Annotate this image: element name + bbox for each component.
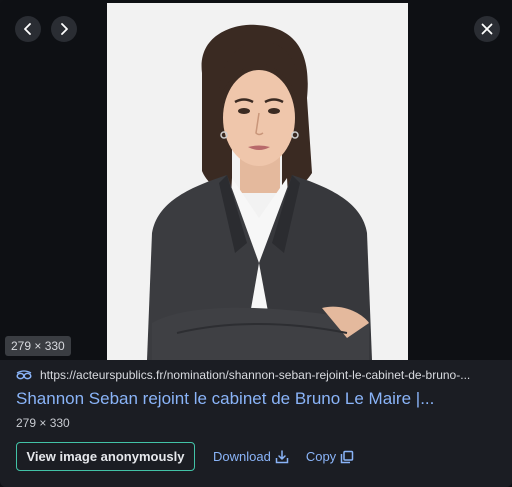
- copy-icon: [340, 450, 354, 463]
- download-button[interactable]: Download: [213, 449, 289, 464]
- next-image-button[interactable]: [51, 16, 77, 42]
- copy-button[interactable]: Copy: [306, 449, 354, 464]
- image-preview-modal: 279 × 330 https://acteurspublics.fr/nomi…: [0, 0, 512, 487]
- close-icon: [481, 23, 493, 35]
- image-viewer: 279 × 330: [0, 0, 512, 360]
- close-preview-button[interactable]: [474, 16, 500, 42]
- image-dimensions: 279 × 330: [16, 416, 70, 430]
- download-icon: [275, 449, 289, 463]
- chevron-right-icon: [61, 23, 68, 35]
- view-image-anonymously-button[interactable]: View image anonymously: [16, 442, 195, 471]
- incognito-glasses-icon: [16, 370, 32, 380]
- source-row[interactable]: https://acteurspublics.fr/nomination/sha…: [16, 368, 500, 382]
- result-title-link[interactable]: Shannon Seban rejoint le cabinet de Brun…: [16, 388, 502, 410]
- download-label: Download: [213, 449, 271, 464]
- copy-label: Copy: [305, 449, 337, 464]
- chevron-left-icon: [24, 23, 31, 35]
- previous-image-button[interactable]: [15, 16, 41, 42]
- preview-image[interactable]: [107, 3, 408, 360]
- actions-row: View image anonymously Download Copy: [16, 442, 354, 471]
- image-size-badge: 279 × 330: [5, 336, 71, 356]
- source-url[interactable]: https://acteurspublics.fr/nomination/sha…: [40, 368, 470, 382]
- result-info-panel: https://acteurspublics.fr/nomination/sha…: [0, 360, 512, 487]
- portrait-illustration: [107, 3, 408, 360]
